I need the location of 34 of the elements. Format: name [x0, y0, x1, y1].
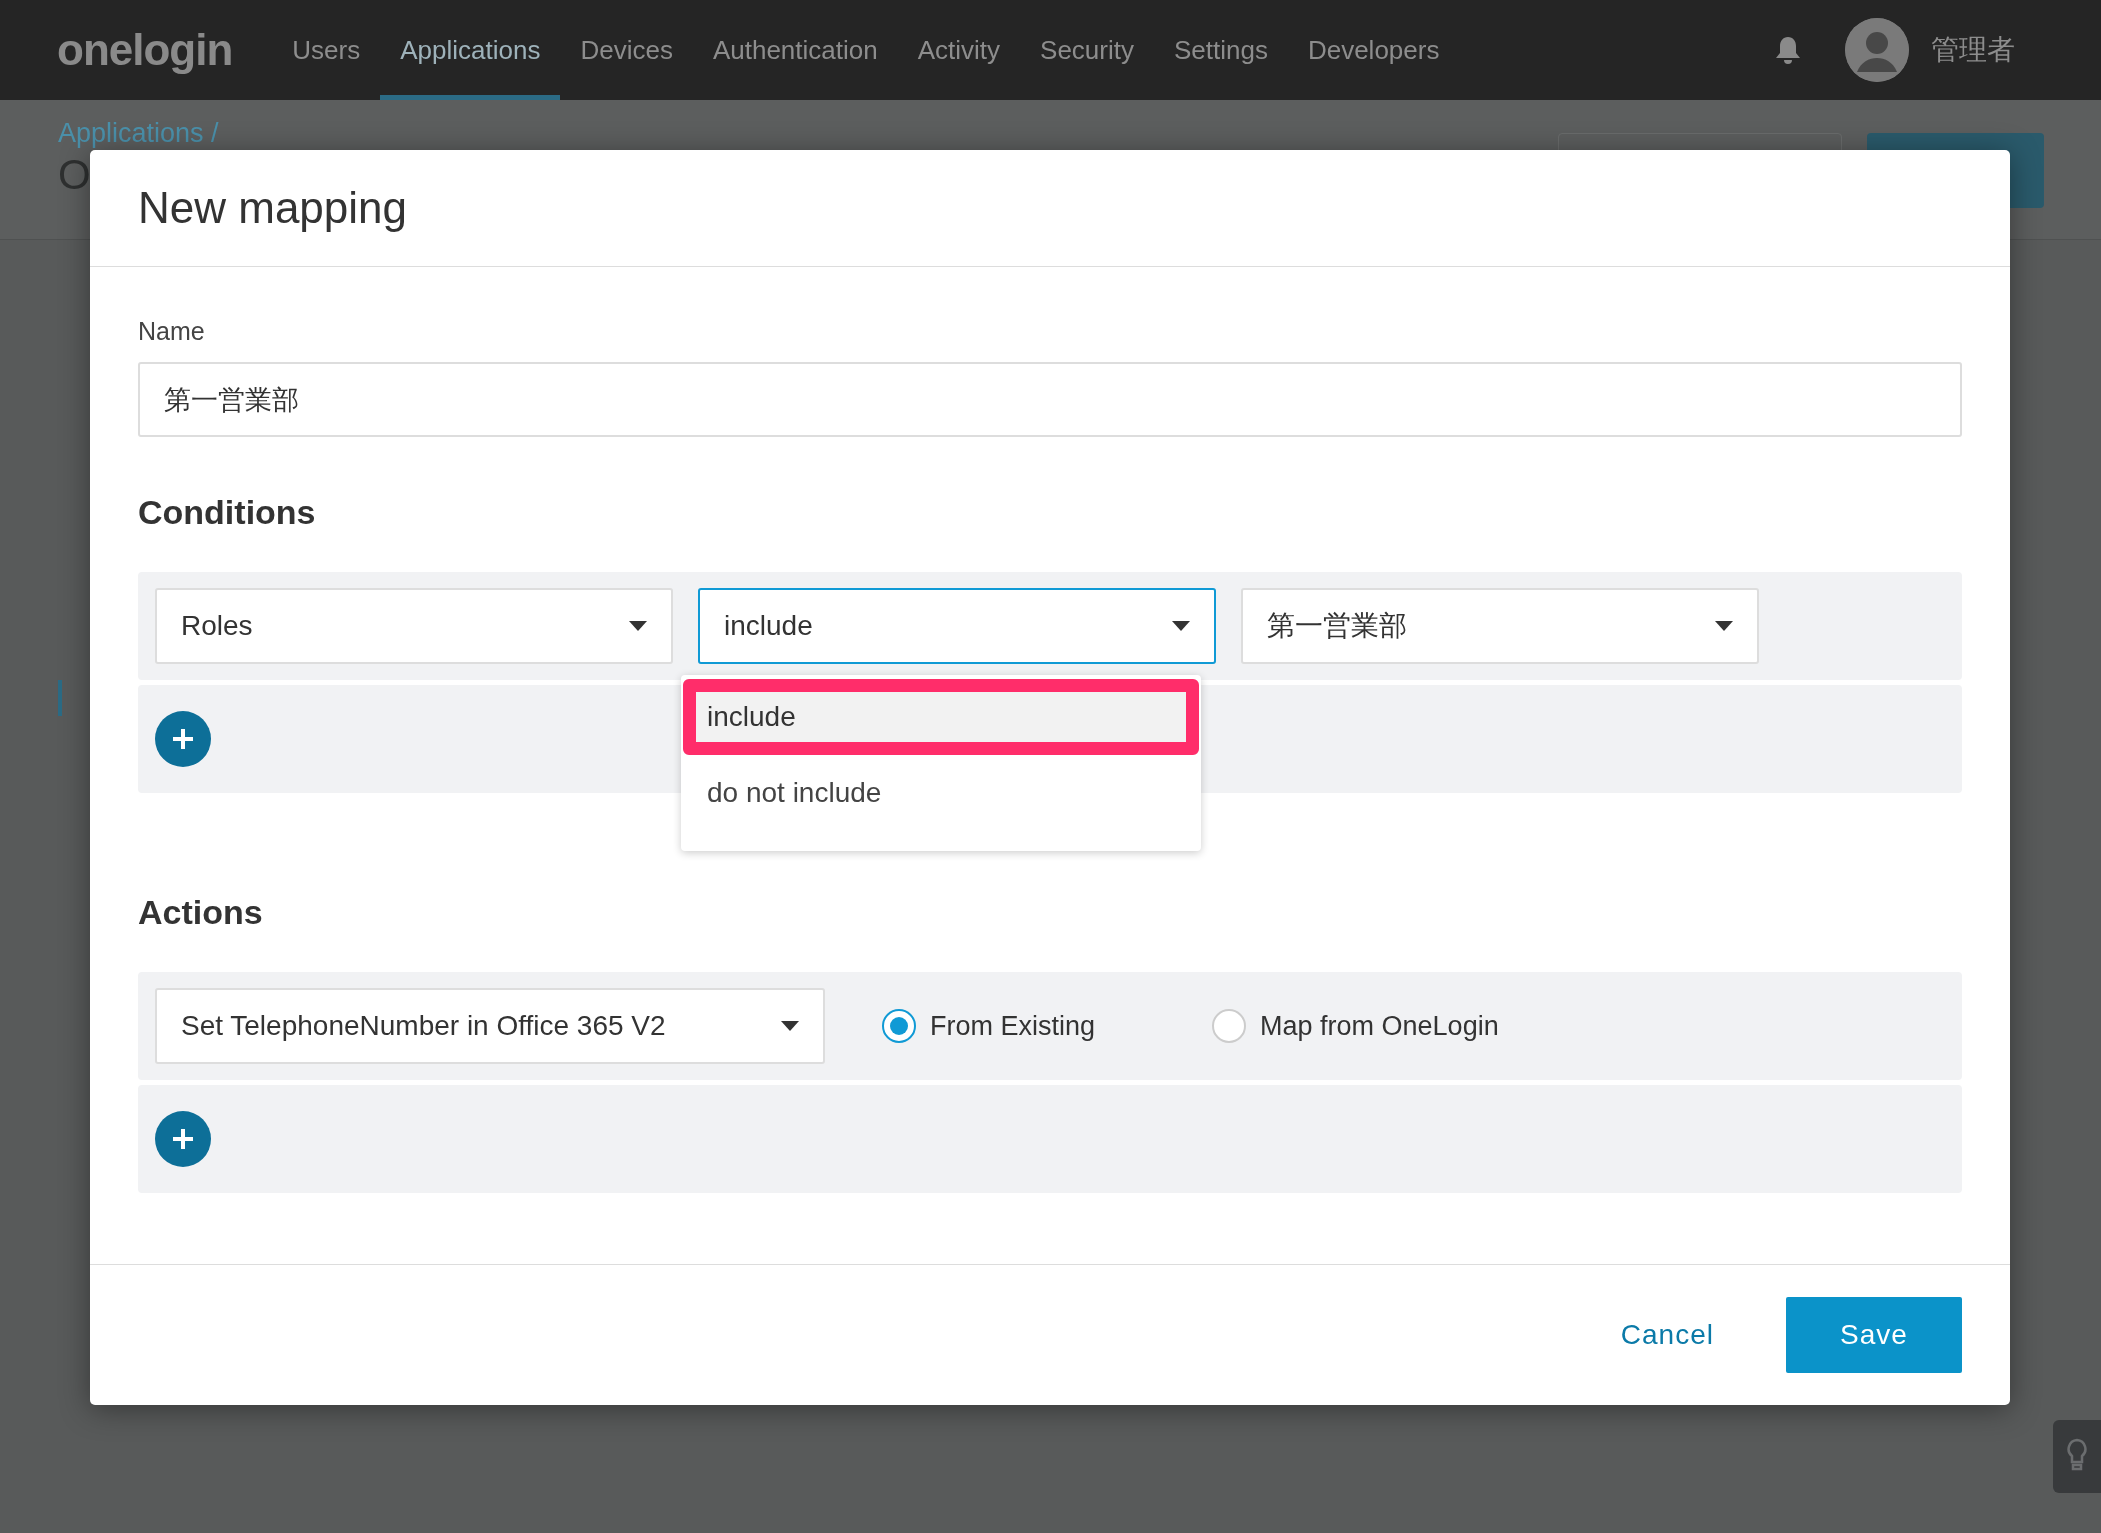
select-field[interactable]: include	[698, 588, 1216, 664]
select-field[interactable]: Roles	[155, 588, 673, 664]
dialog-title: New mapping	[138, 183, 408, 233]
section-heading: Actions	[138, 893, 264, 932]
logo[interactable]: onelogin	[57, 25, 233, 75]
dropdown-option[interactable]: do not include	[683, 755, 1199, 831]
add-button[interactable]	[155, 1111, 211, 1167]
name-field[interactable]: 第一営業部	[138, 362, 1962, 437]
user-name[interactable]: 管理者	[1931, 31, 2015, 69]
caret-icon	[781, 1021, 799, 1031]
nav-tab[interactable]: Devices	[560, 0, 693, 100]
dropdown-option[interactable]: include	[683, 679, 1199, 755]
save-button[interactable]: Save	[1786, 1297, 1962, 1373]
add-button[interactable]	[155, 711, 211, 767]
field-label: Name	[138, 317, 206, 346]
cancel-button[interactable]: Cancel	[1614, 1318, 1720, 1352]
sidebar-indicator	[58, 680, 62, 716]
caret-icon	[629, 621, 647, 631]
select-field[interactable]: Set TelephoneNumber in Office 365 V2	[155, 988, 825, 1064]
lightbulb-icon	[2066, 1438, 2088, 1472]
nav-tab[interactable]: Authentication	[692, 0, 898, 100]
bell-icon[interactable]	[1775, 36, 1801, 64]
radio-option[interactable]: From Existing	[882, 1009, 1096, 1043]
select-field[interactable]: 第一営業部	[1241, 588, 1759, 664]
nav-tab[interactable]: Security	[1020, 0, 1154, 100]
radio-option[interactable]: Map from OneLogin	[1212, 1009, 1499, 1043]
caret-icon	[1172, 621, 1190, 631]
nav-tab[interactable]: Developers	[1287, 0, 1460, 100]
nav-tab[interactable]: Activity	[897, 0, 1021, 100]
avatar-icon[interactable]	[1845, 18, 1909, 82]
nav-tab[interactable]: Settings	[1153, 0, 1288, 100]
nav-tab[interactable]: Users	[272, 0, 381, 100]
caret-icon	[1715, 621, 1733, 631]
section-heading: Conditions	[138, 493, 317, 532]
